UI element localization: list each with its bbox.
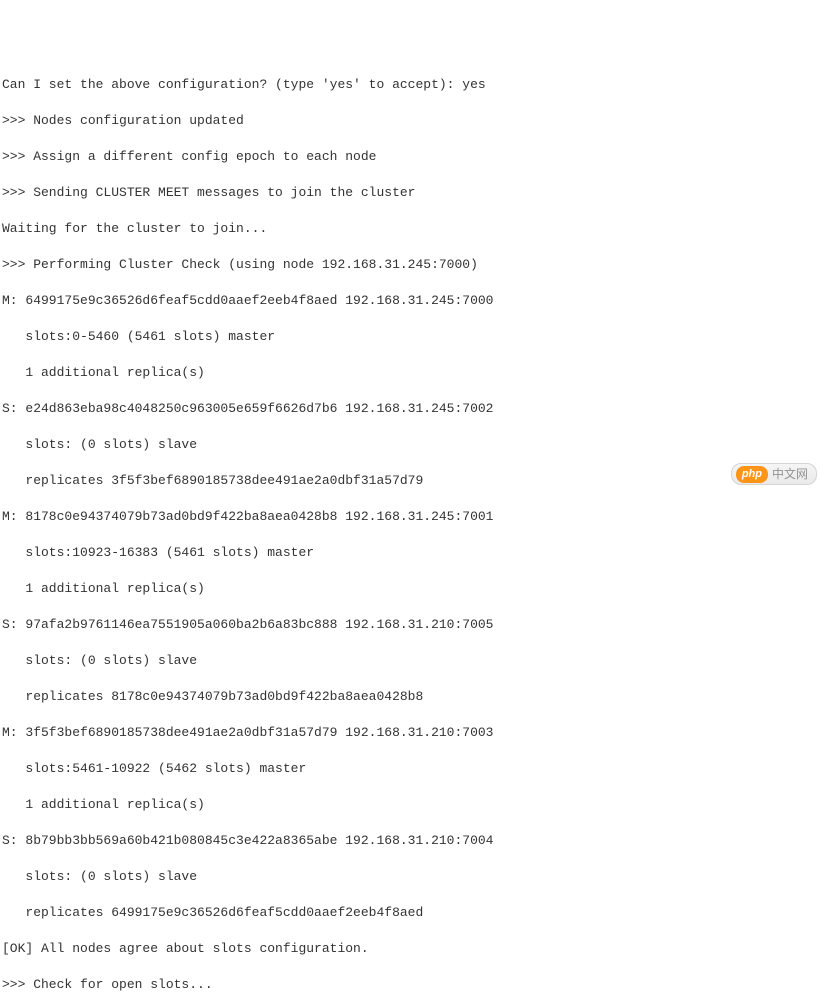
terminal-line: Waiting for the cluster to join...: [2, 220, 825, 238]
terminal-line: slots: (0 slots) slave: [2, 652, 825, 670]
terminal-line: [OK] All nodes agree about slots configu…: [2, 940, 825, 958]
terminal-line: S: 8b79bb3bb569a60b421b080845c3e422a8365…: [2, 832, 825, 850]
terminal-line: M: 3f5f3bef6890185738dee491ae2a0dbf31a57…: [2, 724, 825, 742]
watermark-badge: php 中文网: [731, 463, 817, 485]
terminal-line: replicates 6499175e9c36526d6feaf5cdd0aae…: [2, 904, 825, 922]
terminal-line: M: 6499175e9c36526d6feaf5cdd0aaef2eeb4f8…: [2, 292, 825, 310]
terminal-line: Can I set the above configuration? (type…: [2, 76, 825, 94]
terminal-line: M: 8178c0e94374079b73ad0bd9f422ba8aea042…: [2, 508, 825, 526]
terminal-line: 1 additional replica(s): [2, 796, 825, 814]
php-logo-icon: php: [736, 466, 768, 483]
terminal-line: >>> Sending CLUSTER MEET messages to joi…: [2, 184, 825, 202]
terminal-line: replicates 3f5f3bef6890185738dee491ae2a0…: [2, 472, 825, 490]
terminal-line: 1 additional replica(s): [2, 580, 825, 598]
terminal-line: slots: (0 slots) slave: [2, 868, 825, 886]
terminal-line: slots:10923-16383 (5461 slots) master: [2, 544, 825, 562]
terminal-line: S: 97afa2b9761146ea7551905a060ba2b6a83bc…: [2, 616, 825, 634]
terminal-line: slots:0-5460 (5461 slots) master: [2, 328, 825, 346]
watermark-content: php 中文网: [731, 463, 817, 485]
terminal-line: >>> Check for open slots...: [2, 976, 825, 994]
terminal-line: slots:5461-10922 (5462 slots) master: [2, 760, 825, 778]
terminal-line: replicates 8178c0e94374079b73ad0bd9f422b…: [2, 688, 825, 706]
terminal-line: >>> Assign a different config epoch to e…: [2, 148, 825, 166]
terminal-line: S: e24d863eba98c4048250c963005e659f6626d…: [2, 400, 825, 418]
terminal-line: >>> Performing Cluster Check (using node…: [2, 256, 825, 274]
watermark-text: 中文网: [772, 465, 808, 483]
terminal-line: 1 additional replica(s): [2, 364, 825, 382]
terminal-line: slots: (0 slots) slave: [2, 436, 825, 454]
terminal-line: >>> Nodes configuration updated: [2, 112, 825, 130]
